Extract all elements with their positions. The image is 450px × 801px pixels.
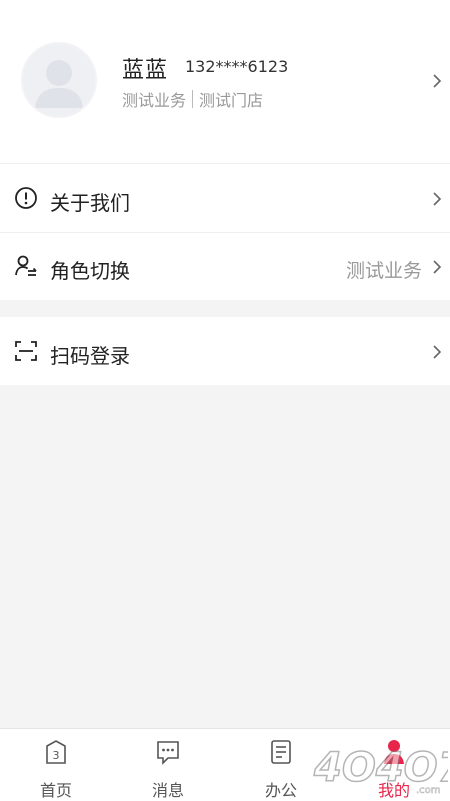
avatar[interactable] bbox=[21, 42, 97, 118]
tab-label-messages: 消息 bbox=[151, 781, 184, 800]
svg-text:.com: .com bbox=[416, 785, 441, 796]
menu-item-scan-login[interactable]: 扫码登录 bbox=[0, 317, 450, 385]
office-icon bbox=[268, 738, 294, 766]
user-phone: 132****6123 bbox=[185, 57, 289, 76]
chevron-right-icon bbox=[430, 345, 444, 359]
store-tag: 测试门店 bbox=[199, 91, 264, 110]
tab-label-home: 首页 bbox=[39, 781, 72, 800]
current-role-value: 测试业务 bbox=[345, 260, 422, 282]
chevron-right-icon bbox=[430, 192, 444, 206]
menu-item-role-switch[interactable]: 角色切换 测试业务 bbox=[0, 233, 450, 300]
menu-label-scan-login: 扫码登录 bbox=[50, 344, 130, 368]
tab-messages[interactable]: 消息 bbox=[112, 729, 224, 801]
svg-text:3: 3 bbox=[53, 749, 60, 762]
tag-divider bbox=[192, 90, 194, 108]
chevron-right-icon bbox=[430, 260, 444, 274]
menu-label-about: 关于我们 bbox=[50, 191, 130, 215]
menu-label-role-switch: 角色切换 bbox=[50, 259, 130, 283]
watermark-logo: 4O4O7 .com bbox=[312, 735, 450, 797]
scan-icon bbox=[14, 339, 38, 363]
user-name: 蓝蓝 bbox=[122, 58, 169, 83]
user-switch-icon bbox=[14, 254, 38, 278]
business-tag: 测试业务 bbox=[122, 91, 187, 110]
user-tags: 测试业务 测试门店 bbox=[122, 87, 263, 111]
menu-item-about[interactable]: 关于我们 bbox=[0, 164, 450, 232]
tab-home[interactable]: 3 首页 bbox=[0, 729, 112, 801]
chevron-right-icon[interactable] bbox=[430, 74, 444, 88]
message-icon bbox=[155, 738, 181, 766]
info-icon bbox=[14, 186, 38, 210]
home-icon: 3 bbox=[43, 738, 69, 766]
profile-card[interactable]: 蓝蓝 132****6123 测试业务 测试门店 bbox=[0, 0, 450, 163]
